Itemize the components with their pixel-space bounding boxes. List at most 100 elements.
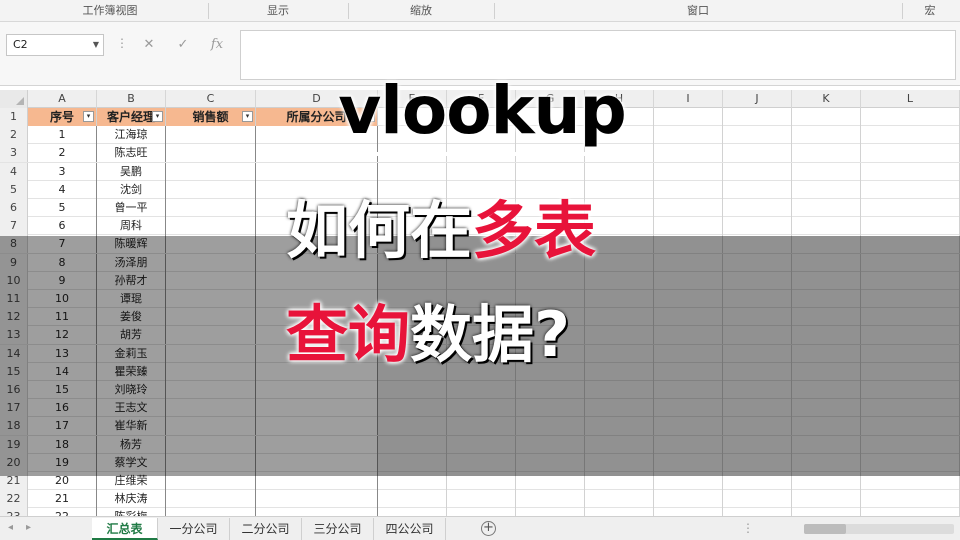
table-cell[interactable]: 20 [28,472,97,490]
empty-cell[interactable] [654,199,723,217]
filter-dropdown-icon[interactable]: ▾ [152,111,163,122]
column-header-a[interactable]: A [28,90,97,108]
table-cell[interactable]: 孙帮才 [97,271,166,290]
table-cell[interactable]: 曾一平 [97,199,166,217]
table-cell[interactable] [166,308,256,327]
table-cell[interactable]: 江海琼 [97,126,166,145]
sheet-tab-branch-2[interactable]: 二分公司 [230,518,302,540]
table-cell[interactable]: 王志文 [97,399,166,418]
empty-cell[interactable] [585,344,654,363]
row-header[interactable]: 15 [0,362,28,381]
table-cell[interactable]: 17 [28,417,97,436]
empty-cell[interactable] [654,435,723,454]
empty-cell[interactable] [378,271,447,290]
empty-cell[interactable] [654,162,723,181]
table-cell[interactable] [166,235,256,254]
empty-cell[interactable] [447,453,516,472]
empty-cell[interactable] [861,308,960,327]
row-header[interactable]: 17 [0,399,28,418]
empty-cell[interactable] [861,435,960,454]
empty-cell[interactable] [585,490,654,509]
empty-cell[interactable] [378,417,447,436]
table-cell[interactable]: 蔡学文 [97,453,166,472]
table-cell[interactable]: 庄维荣 [97,472,166,490]
table-cell[interactable] [166,162,256,181]
empty-cell[interactable] [585,308,654,327]
empty-cell[interactable] [654,180,723,199]
row-header[interactable]: 6 [0,199,28,217]
row-header[interactable]: 18 [0,417,28,436]
empty-cell[interactable] [378,162,447,181]
formula-bar-grip-icon[interactable]: ⋮ [116,36,128,50]
empty-cell[interactable] [723,399,792,418]
table-cell[interactable]: 3 [28,162,97,181]
empty-cell[interactable] [792,417,861,436]
table-cell[interactable]: 瞿荣臻 [97,362,166,381]
empty-cell[interactable] [861,417,960,436]
empty-cell[interactable] [723,199,792,217]
empty-cell[interactable] [447,381,516,399]
column-header-k[interactable]: K [792,90,861,108]
table-cell[interactable]: 22 [28,508,97,516]
empty-cell[interactable] [516,162,585,181]
table-cell[interactable]: 8 [28,253,97,272]
empty-cell[interactable] [516,271,585,290]
table-cell[interactable] [166,199,256,217]
empty-cell[interactable] [654,417,723,436]
empty-cell[interactable] [723,472,792,490]
empty-cell[interactable] [792,508,861,516]
table-cell[interactable] [166,290,256,308]
row-header[interactable]: 12 [0,308,28,327]
sheet-tab-branch-3[interactable]: 三分公司 [302,518,374,540]
empty-cell[interactable] [723,108,792,126]
insert-function-icon[interactable]: fx [200,34,234,56]
column-header-j[interactable]: J [723,90,792,108]
row-header[interactable]: 13 [0,326,28,345]
empty-cell[interactable] [516,381,585,399]
empty-cell[interactable] [723,308,792,327]
empty-cell[interactable] [723,362,792,381]
empty-cell[interactable] [654,508,723,516]
empty-cell[interactable] [861,108,960,126]
table-cell[interactable]: 沈剑 [97,180,166,199]
empty-cell[interactable] [723,180,792,199]
table-cell[interactable] [166,472,256,490]
empty-cell[interactable] [723,217,792,236]
table-cell[interactable]: 汤泽朋 [97,253,166,272]
empty-cell[interactable] [861,162,960,181]
sheet-tab-summary[interactable]: 汇总表 [92,518,158,540]
empty-cell[interactable] [585,417,654,436]
empty-cell[interactable] [585,472,654,490]
empty-cell[interactable] [723,417,792,436]
empty-cell[interactable] [723,435,792,454]
table-cell[interactable] [256,381,378,399]
table-cell[interactable] [166,217,256,236]
table-cell[interactable] [256,162,378,181]
empty-cell[interactable] [792,399,861,418]
empty-cell[interactable] [723,235,792,254]
table-cell[interactable]: 崔华新 [97,417,166,436]
empty-cell[interactable] [447,490,516,509]
row-header[interactable]: 1 [0,108,28,126]
select-all-corner[interactable] [0,90,28,108]
empty-cell[interactable] [723,271,792,290]
empty-cell[interactable] [861,271,960,290]
empty-cell[interactable] [654,399,723,418]
table-cell[interactable] [256,399,378,418]
table-cell[interactable]: 15 [28,381,97,399]
table-cell[interactable]: 16 [28,399,97,418]
table-cell[interactable] [256,271,378,290]
row-header[interactable]: 10 [0,271,28,290]
sheet-tab-branch-1[interactable]: 一分公司 [158,518,230,540]
table-header-cell[interactable]: 序号 ▾ [28,108,97,126]
empty-cell[interactable] [861,126,960,145]
table-cell[interactable]: 11 [28,308,97,327]
table-cell[interactable] [166,417,256,436]
empty-cell[interactable] [792,453,861,472]
filter-dropdown-icon[interactable]: ▾ [83,111,94,122]
empty-cell[interactable] [447,508,516,516]
empty-cell[interactable] [792,344,861,363]
row-header[interactable]: 2 [0,126,28,145]
table-cell[interactable] [166,253,256,272]
sheet-tab-branch-4[interactable]: 四公公司 [374,518,446,540]
